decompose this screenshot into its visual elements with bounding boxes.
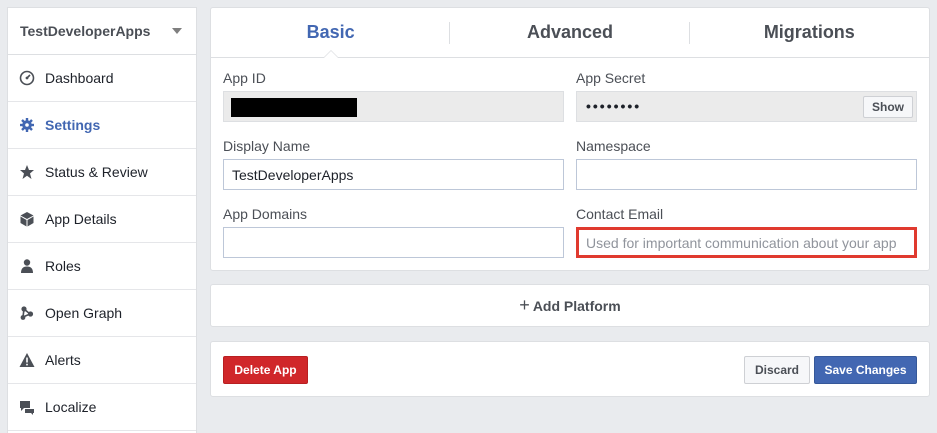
sidebar: TestDeveloperApps Dashboard Settings Sta… [7,7,197,433]
cube-icon [19,211,35,227]
app-id-label: App ID [223,70,266,86]
localize-icon [19,399,35,415]
display-name-label: Display Name [223,138,311,154]
add-platform-button[interactable]: + Add Platform [210,284,930,327]
actions-bar: Delete App Discard Save Changes [210,341,930,397]
sidebar-item-label: App Details [45,211,117,227]
basic-settings-panel: Basic Advanced Migrations App ID App Sec… [210,7,930,271]
sidebar-item-settings[interactable]: Settings [8,102,196,149]
sidebar-item-label: Alerts [45,352,81,368]
app-secret-label: App Secret [576,70,646,86]
sidebar-item-localize[interactable]: Localize [8,384,196,431]
gear-icon [19,117,35,133]
tab-label: Advanced [526,22,613,42]
sidebar-item-alerts[interactable]: Alerts [8,337,196,384]
sidebar-item-label: Open Graph [45,305,123,321]
discard-button[interactable]: Discard [744,356,810,384]
tab-label: Migrations [763,22,855,42]
tab-basic[interactable]: Basic [211,8,451,58]
app-name: TestDeveloperApps [20,23,151,39]
sidebar-item-label: Dashboard [45,70,114,86]
tab-advanced[interactable]: Advanced [450,8,690,57]
person-icon [19,258,35,274]
app-secret-value: •••••••• [586,98,642,114]
sidebar-item-status-review[interactable]: Status & Review [8,149,196,196]
contact-email-field[interactable] [576,227,917,258]
add-platform-label: Add Platform [532,297,621,314]
app-selector[interactable]: TestDeveloperApps [8,8,196,55]
delete-app-button[interactable]: Delete App [223,356,308,384]
display-name-field[interactable] [223,159,564,190]
sidebar-item-open-graph[interactable]: Open Graph [8,290,196,337]
namespace-field[interactable] [576,159,917,190]
redacted-app-id [231,98,357,117]
sidebar-item-label: Roles [45,258,81,274]
sidebar-item-roles[interactable]: Roles [8,243,196,290]
namespace-label: Namespace [576,138,651,154]
chevron-down-icon [172,28,182,34]
app-domains-field[interactable] [223,227,564,258]
plus-icon: + [519,295,530,315]
app-domains-label: App Domains [223,206,308,222]
graph-icon [19,305,35,321]
sidebar-item-app-details[interactable]: App Details [8,196,196,243]
sidebar-item-label: Localize [45,399,97,415]
tab-migrations[interactable]: Migrations [690,8,929,57]
settings-tabs: Basic Advanced Migrations [211,8,929,58]
active-tab-indicator [322,50,339,58]
sidebar-item-label: Status & Review [45,164,148,180]
save-changes-button[interactable]: Save Changes [814,356,917,384]
warning-icon [19,352,35,368]
tab-label: Basic [306,22,355,42]
star-icon [19,164,35,180]
dashboard-icon [19,70,35,86]
contact-email-label: Contact Email [576,206,664,222]
sidebar-item-label: Settings [45,117,101,133]
show-secret-button[interactable]: Show [863,96,913,118]
sidebar-item-dashboard[interactable]: Dashboard [8,55,196,102]
